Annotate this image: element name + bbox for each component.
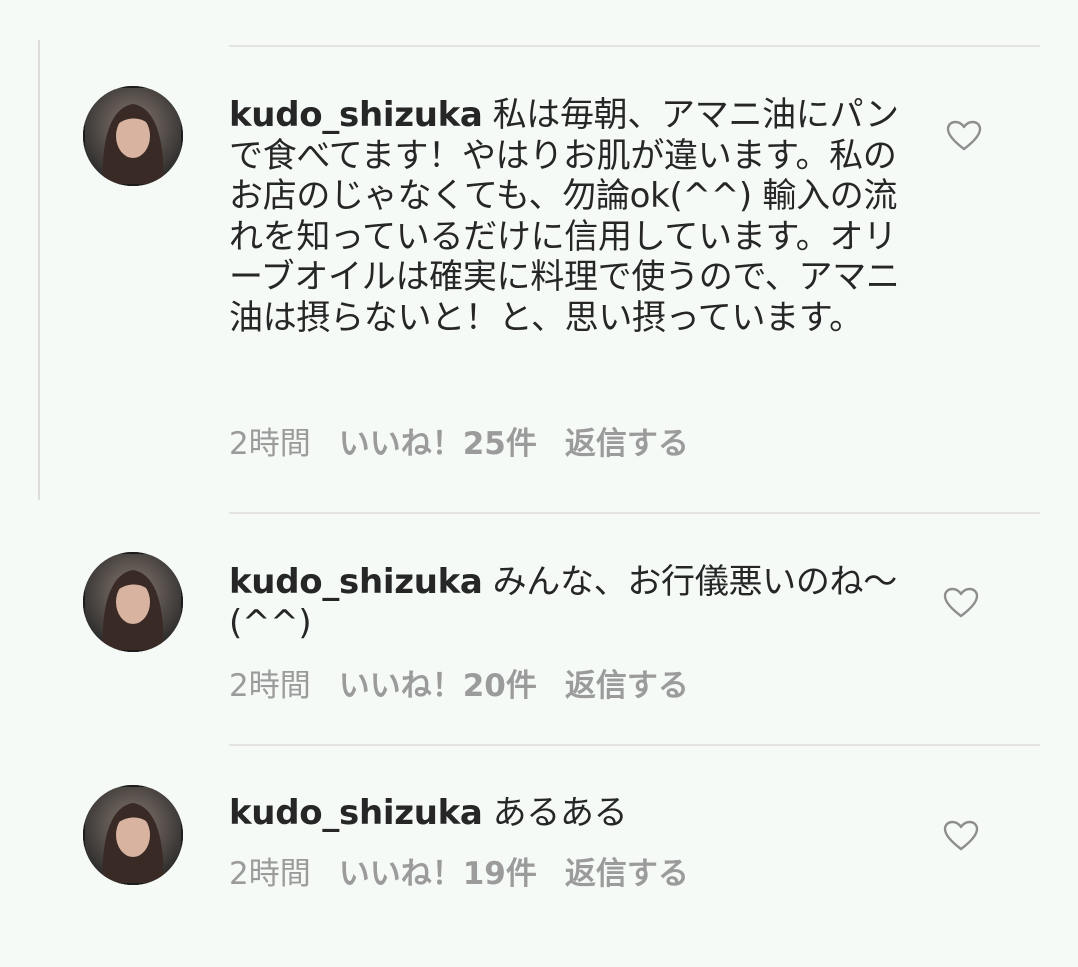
avatar-image [83,86,183,186]
avatar[interactable] [83,552,183,652]
likes-count[interactable]: いいね！20件 [339,668,537,704]
comment-text: kudo_shizuka 私は毎朝、アマニ油にパンで食べてます！やはりお肌が違いま… [229,95,915,338]
thread-line [38,40,40,500]
likes-count[interactable]: いいね！19件 [339,856,537,892]
divider [229,512,1040,514]
username[interactable]: kudo_shizuka [229,793,483,833]
timestamp: 2時間 [229,668,311,704]
timestamp: 2時間 [229,426,311,462]
heart-icon[interactable] [946,120,982,152]
comment-meta: 2時間 いいね！19件 返信する [229,856,717,892]
reply-button[interactable]: 返信する [565,856,689,892]
username[interactable]: kudo_shizuka [229,95,483,135]
username[interactable]: kudo_shizuka [229,562,483,602]
comment-meta: 2時間 いいね！25件 返信する [229,426,717,462]
timestamp: 2時間 [229,856,311,892]
avatar[interactable] [83,785,183,885]
likes-count[interactable]: いいね！25件 [339,426,537,462]
comment-text: kudo_shizuka あるある [229,793,915,834]
divider [229,744,1040,746]
comment-body: あるある [492,793,628,833]
heart-icon[interactable] [943,587,979,619]
avatar[interactable] [83,86,183,186]
divider [229,45,1040,47]
comment-meta: 2時間 いいね！20件 返信する [229,668,717,704]
avatar-image [83,785,183,885]
avatar-image [83,552,183,652]
reply-button[interactable]: 返信する [565,426,689,462]
reply-button[interactable]: 返信する [565,668,689,704]
comment-text: kudo_shizuka みんな、お行儀悪いのね〜(^^) [229,562,915,643]
heart-icon[interactable] [943,820,979,852]
